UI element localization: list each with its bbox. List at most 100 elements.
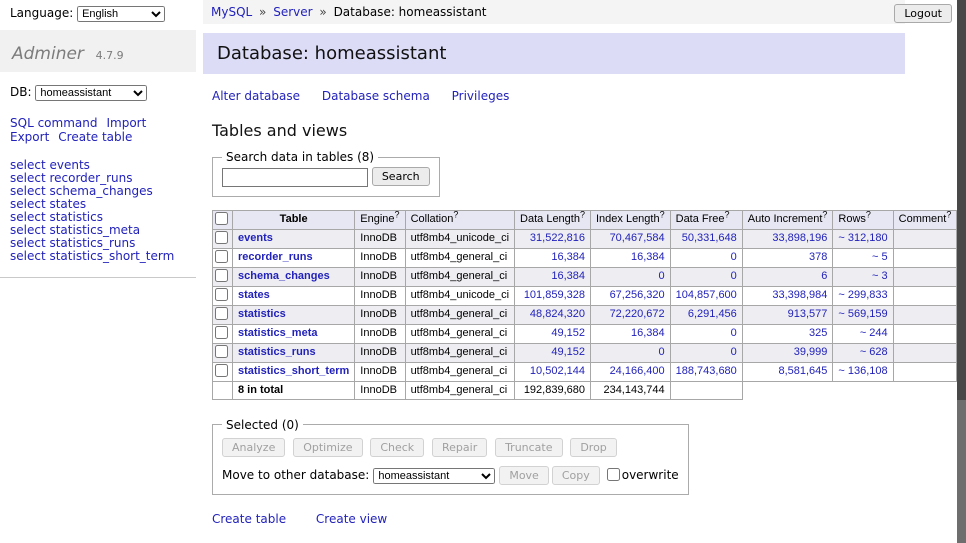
index-length-cell: 70,467,584 — [590, 229, 670, 248]
table-name-link[interactable]: recorder_runs — [238, 251, 313, 263]
rows-count-link[interactable]: ~ 5 — [872, 251, 888, 263]
data-free-cell: 6,291,456 — [670, 305, 742, 324]
create-view-link[interactable]: Create view — [316, 512, 387, 526]
search-input[interactable] — [222, 168, 368, 187]
index-length-link[interactable]: 24,166,400 — [610, 365, 665, 377]
rows-count-link[interactable]: ~ 3 — [872, 270, 888, 282]
optimize-button[interactable]: Optimize — [293, 438, 362, 457]
auto-increment-link[interactable]: 6 — [821, 270, 827, 282]
data-free-link[interactable]: 0 — [731, 346, 737, 358]
check-button[interactable]: Check — [370, 438, 424, 457]
auto-increment-link[interactable]: 8,581,645 — [778, 365, 827, 377]
table-name-link[interactable]: schema_changes — [238, 270, 330, 282]
select-all-checkbox[interactable] — [215, 212, 228, 225]
data-length-link[interactable]: 49,152 — [551, 346, 585, 358]
row-select-cell — [213, 267, 233, 286]
data-free-link[interactable]: 50,331,648 — [682, 232, 737, 244]
table-name-link[interactable]: statistics_short_term — [238, 365, 349, 377]
rows-count-link[interactable]: ~ 628 — [860, 346, 888, 358]
row-select-checkbox[interactable] — [215, 288, 228, 301]
data-length-link[interactable]: 49,152 — [551, 327, 585, 339]
repair-button[interactable]: Repair — [432, 438, 487, 457]
auto-increment-link[interactable]: 378 — [809, 251, 827, 263]
index-length-link[interactable]: 72,220,672 — [610, 308, 665, 320]
help-mark: ? — [453, 209, 458, 219]
data-length-link[interactable]: 10,502,144 — [530, 365, 585, 377]
index-length-link[interactable]: 67,256,320 — [610, 289, 665, 301]
index-length-link[interactable]: 16,384 — [631, 327, 665, 339]
data-length-link[interactable]: 48,824,320 — [530, 308, 585, 320]
data-free-link[interactable]: 6,291,456 — [688, 308, 737, 320]
truncate-button[interactable]: Truncate — [495, 438, 562, 457]
data-free-link[interactable]: 104,857,600 — [676, 289, 737, 301]
row-select-checkbox[interactable] — [215, 364, 228, 377]
logout-button[interactable]: Logout — [894, 4, 952, 23]
table-name-link[interactable]: states — [238, 289, 270, 301]
index-length-link[interactable]: 0 — [659, 346, 665, 358]
data-length-link[interactable]: 31,522,816 — [530, 232, 585, 244]
auto-increment-link[interactable]: 39,999 — [794, 346, 828, 358]
breadcrumb-server-link[interactable]: Server — [273, 5, 312, 19]
scrollbar-thumb[interactable] — [957, 0, 966, 400]
table-name-cell: states — [233, 286, 355, 305]
import-link[interactable]: Import — [106, 116, 146, 130]
table-name-link[interactable]: statistics_runs — [238, 346, 316, 358]
index-length-link[interactable]: 70,467,584 — [610, 232, 665, 244]
overwrite-checkbox[interactable] — [607, 468, 620, 481]
export-link[interactable]: Export — [10, 130, 49, 144]
move-label: Move to other database: — [222, 468, 369, 482]
index-length-link[interactable]: 16,384 — [631, 251, 665, 263]
create-table-link[interactable]: Create table — [212, 512, 286, 526]
data-free-cell: 188,743,680 — [670, 362, 742, 381]
alter-database-link[interactable]: Alter database — [212, 89, 300, 103]
language-select[interactable]: English — [77, 6, 165, 22]
move-button[interactable]: Move — [499, 466, 549, 485]
data-length-link[interactable]: 101,859,328 — [524, 289, 585, 301]
data-length-link[interactable]: 16,384 — [551, 251, 585, 263]
analyze-button[interactable]: Analyze — [222, 438, 285, 457]
rows-count-link[interactable]: ~ 569,159 — [838, 308, 887, 320]
sidebar-table-link-statistics-short-term[interactable]: select statistics_short_term — [10, 250, 186, 263]
search-button[interactable]: Search — [372, 167, 430, 186]
auto-increment-link[interactable]: 33,398,984 — [772, 289, 827, 301]
drop-button[interactable]: Drop — [570, 438, 616, 457]
data-free-link[interactable]: 188,743,680 — [676, 365, 737, 377]
vertical-scrollbar[interactable] — [957, 0, 966, 543]
data-free-link[interactable]: 0 — [731, 270, 737, 282]
comment-cell — [893, 324, 957, 343]
rows-count-link[interactable]: ~ 244 — [860, 327, 888, 339]
row-select-checkbox[interactable] — [215, 250, 228, 263]
table-name-link[interactable]: statistics_meta — [238, 327, 318, 339]
row-select-checkbox[interactable] — [215, 307, 228, 320]
help-mark: ? — [946, 209, 951, 219]
breadcrumb-mysql-link[interactable]: MySQL — [211, 5, 252, 19]
total-data-length-cell: 192,839,680 — [515, 381, 591, 399]
table-name-link[interactable]: statistics — [238, 308, 286, 320]
header-data-free: Data Free? — [670, 210, 742, 229]
auto-increment-link[interactable]: 325 — [809, 327, 827, 339]
rows-count-link[interactable]: ~ 136,108 — [838, 365, 887, 377]
rows-count-link[interactable]: ~ 312,180 — [838, 232, 887, 244]
database-schema-link[interactable]: Database schema — [322, 89, 430, 103]
copy-button[interactable]: Copy — [552, 466, 600, 485]
auto-increment-link[interactable]: 33,898,196 — [772, 232, 827, 244]
sql-command-link[interactable]: SQL command — [10, 116, 97, 130]
row-select-checkbox[interactable] — [215, 231, 228, 244]
table-name-link[interactable]: events — [238, 232, 273, 244]
header-table: Table — [233, 210, 355, 229]
data-length-link[interactable]: 16,384 — [551, 270, 585, 282]
index-length-link[interactable]: 0 — [659, 270, 665, 282]
row-select-checkbox[interactable] — [215, 345, 228, 358]
row-select-cell — [213, 343, 233, 362]
create-table-side-link[interactable]: Create table — [58, 130, 132, 144]
auto-increment-link[interactable]: 913,577 — [788, 308, 828, 320]
privileges-link[interactable]: Privileges — [452, 89, 510, 103]
comment-cell — [893, 267, 957, 286]
rows-count-link[interactable]: ~ 299,833 — [838, 289, 887, 301]
db-select[interactable]: homeassistant — [35, 85, 147, 101]
data-free-link[interactable]: 0 — [731, 327, 737, 339]
row-select-checkbox[interactable] — [215, 326, 228, 339]
move-database-select[interactable]: homeassistant — [373, 468, 495, 484]
row-select-checkbox[interactable] — [215, 269, 228, 282]
data-free-link[interactable]: 0 — [731, 251, 737, 263]
